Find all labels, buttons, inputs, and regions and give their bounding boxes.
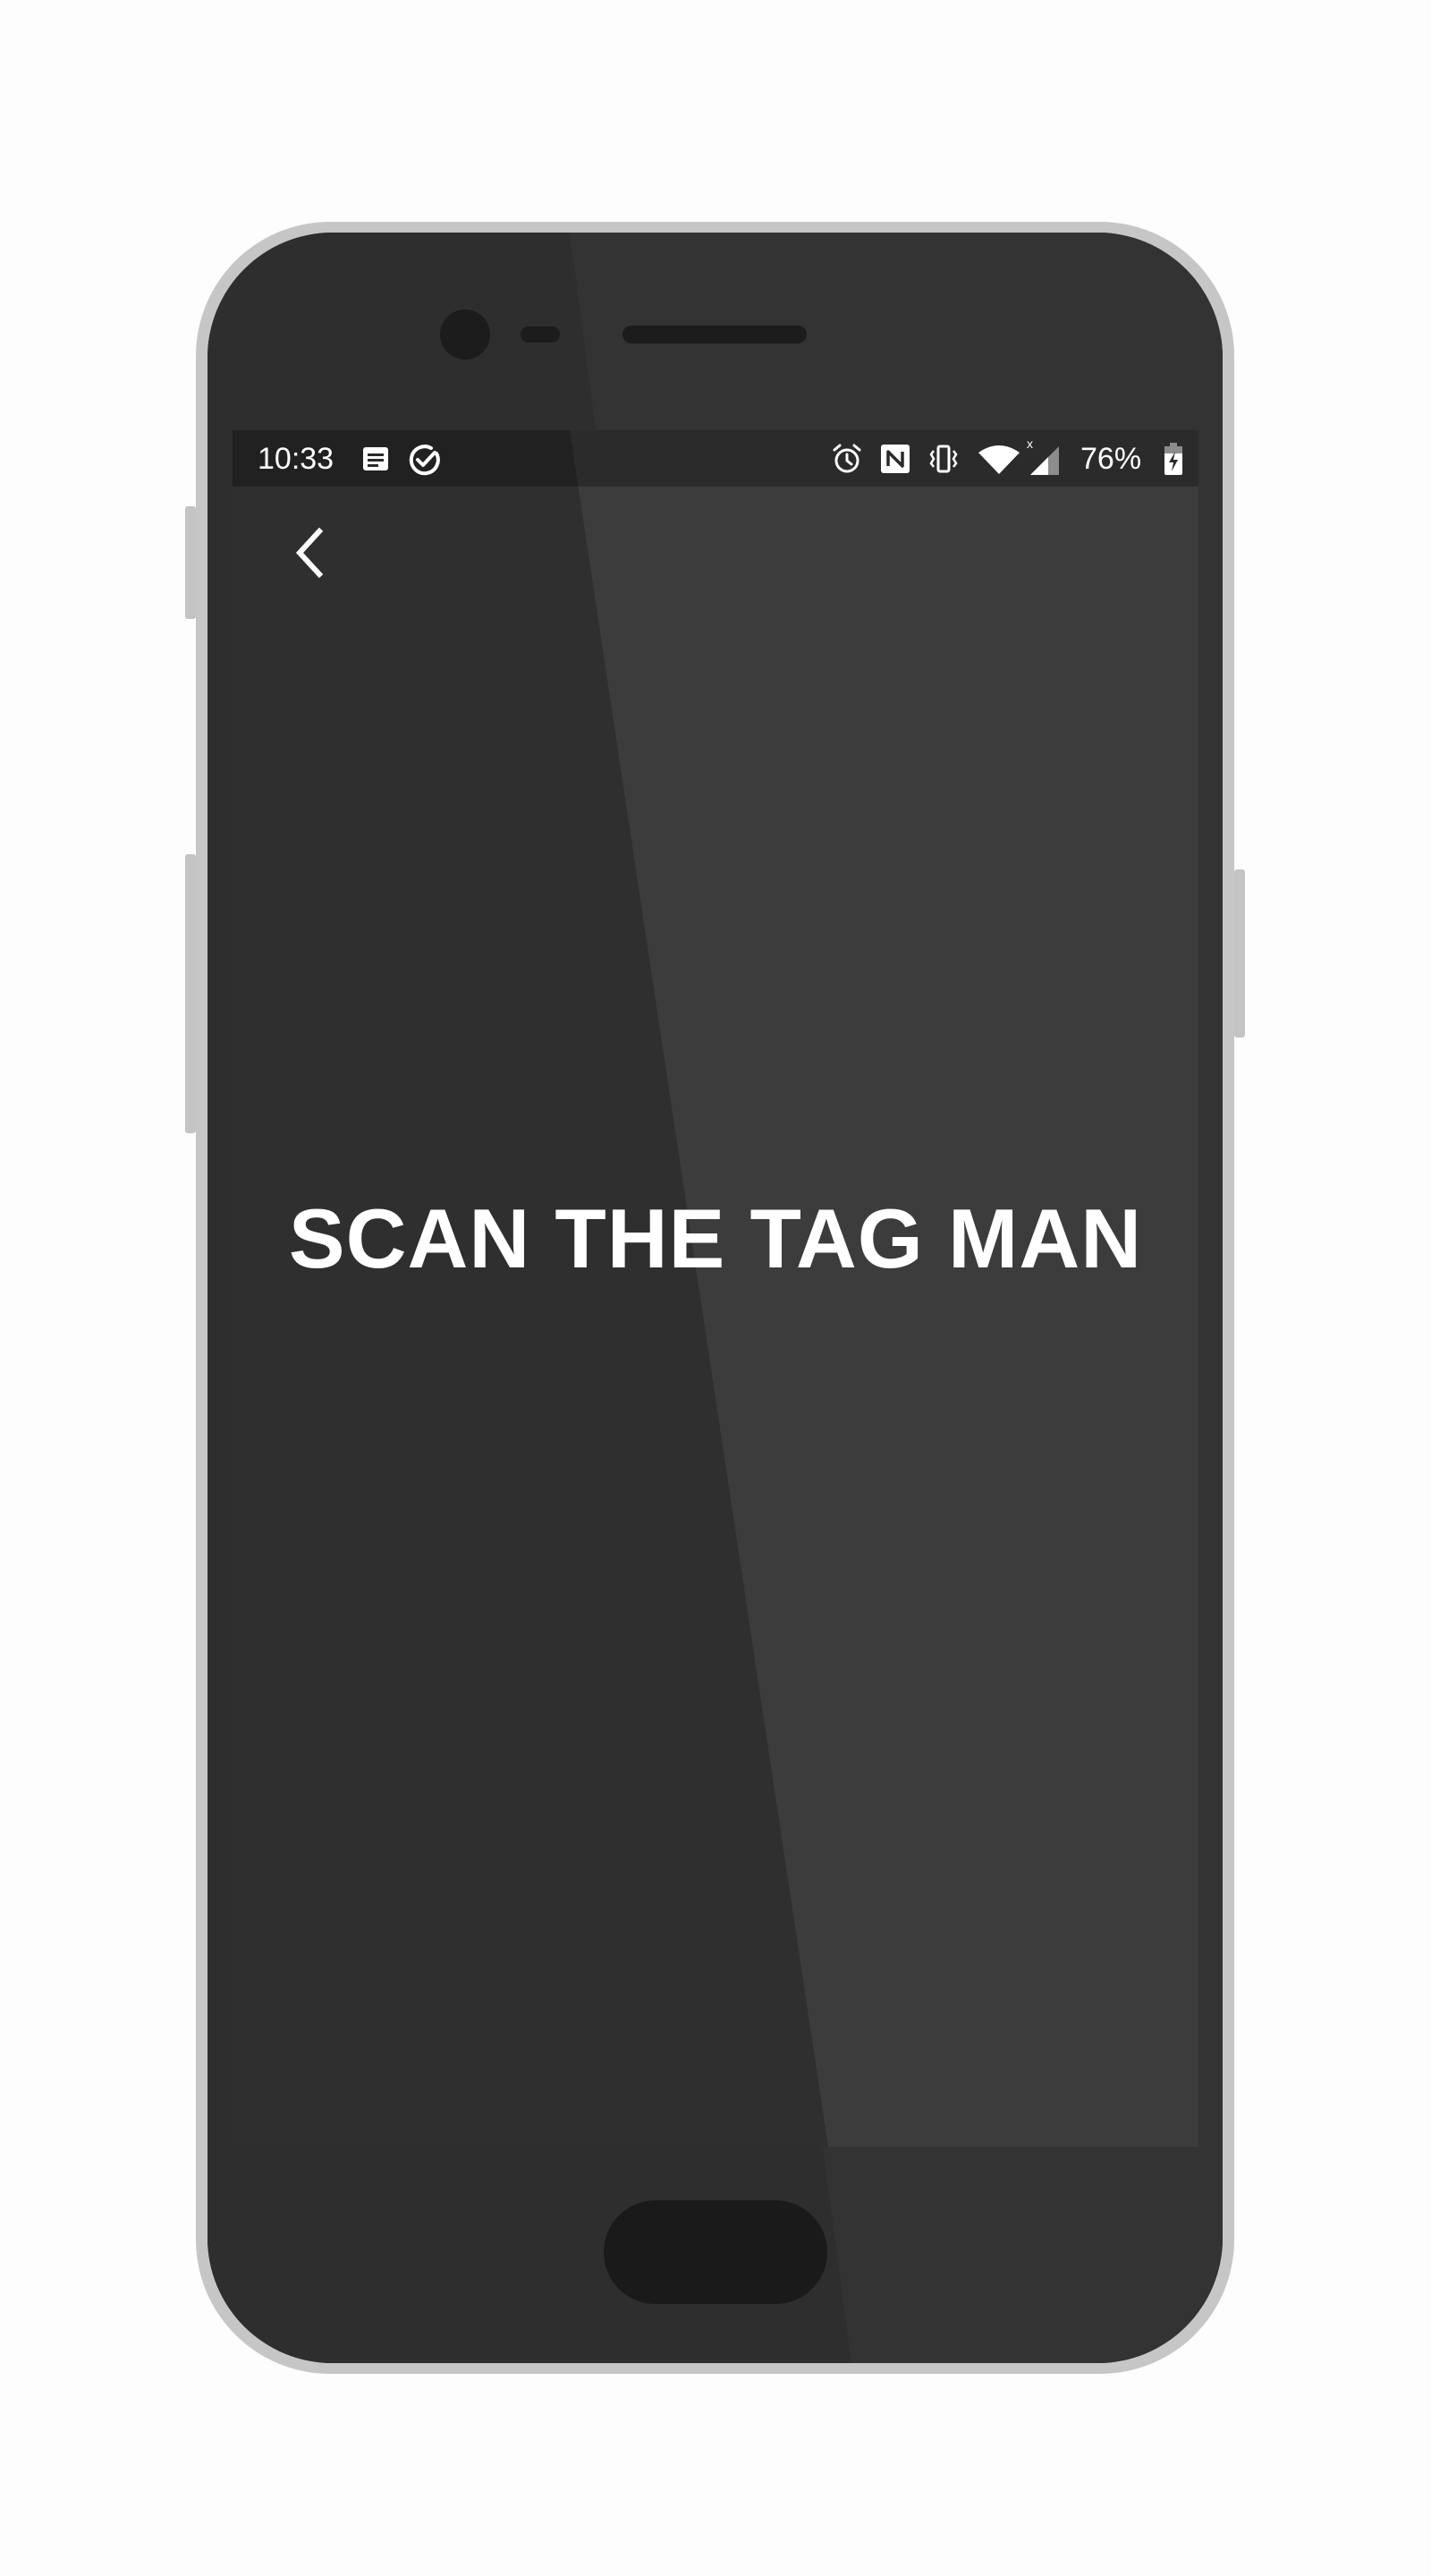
phone-body: 10:33 x 76% SCAN THE TAG MAN — [207, 233, 1223, 2363]
earpiece-speaker — [622, 326, 807, 343]
alarm-icon — [833, 444, 861, 473]
check-circle-icon — [409, 445, 440, 476]
volume-down-side-button — [185, 854, 196, 1133]
power-side-button — [1234, 869, 1245, 1038]
chevron-left-icon — [295, 527, 324, 579]
battery-percent: 76% — [1080, 442, 1142, 476]
status-bar: 10:33 x 76% — [233, 430, 1198, 487]
wifi-icon — [978, 445, 1020, 474]
page: 10:33 x 76% SCAN THE TAG MAN — [0, 0, 1431, 2576]
back-button[interactable] — [279, 521, 342, 584]
vibrate-icon — [929, 445, 958, 473]
screen: 10:33 x 76% SCAN THE TAG MAN — [233, 430, 1198, 2147]
battery-charging-icon — [1164, 443, 1182, 475]
notes-icon — [363, 447, 388, 470]
front-camera — [440, 309, 490, 360]
screen-background — [233, 430, 1198, 2147]
svg-text:x: x — [1027, 437, 1033, 451]
nfc-icon — [881, 445, 910, 473]
volume-up-side-button — [185, 506, 196, 619]
status-time: 10:33 — [258, 442, 334, 476]
page-headline: SCAN THE TAG MAN — [288, 1191, 1143, 1285]
proximity-sensor — [521, 326, 560, 343]
signal-icon: x — [1027, 437, 1059, 475]
home-button[interactable] — [604, 2200, 827, 2304]
